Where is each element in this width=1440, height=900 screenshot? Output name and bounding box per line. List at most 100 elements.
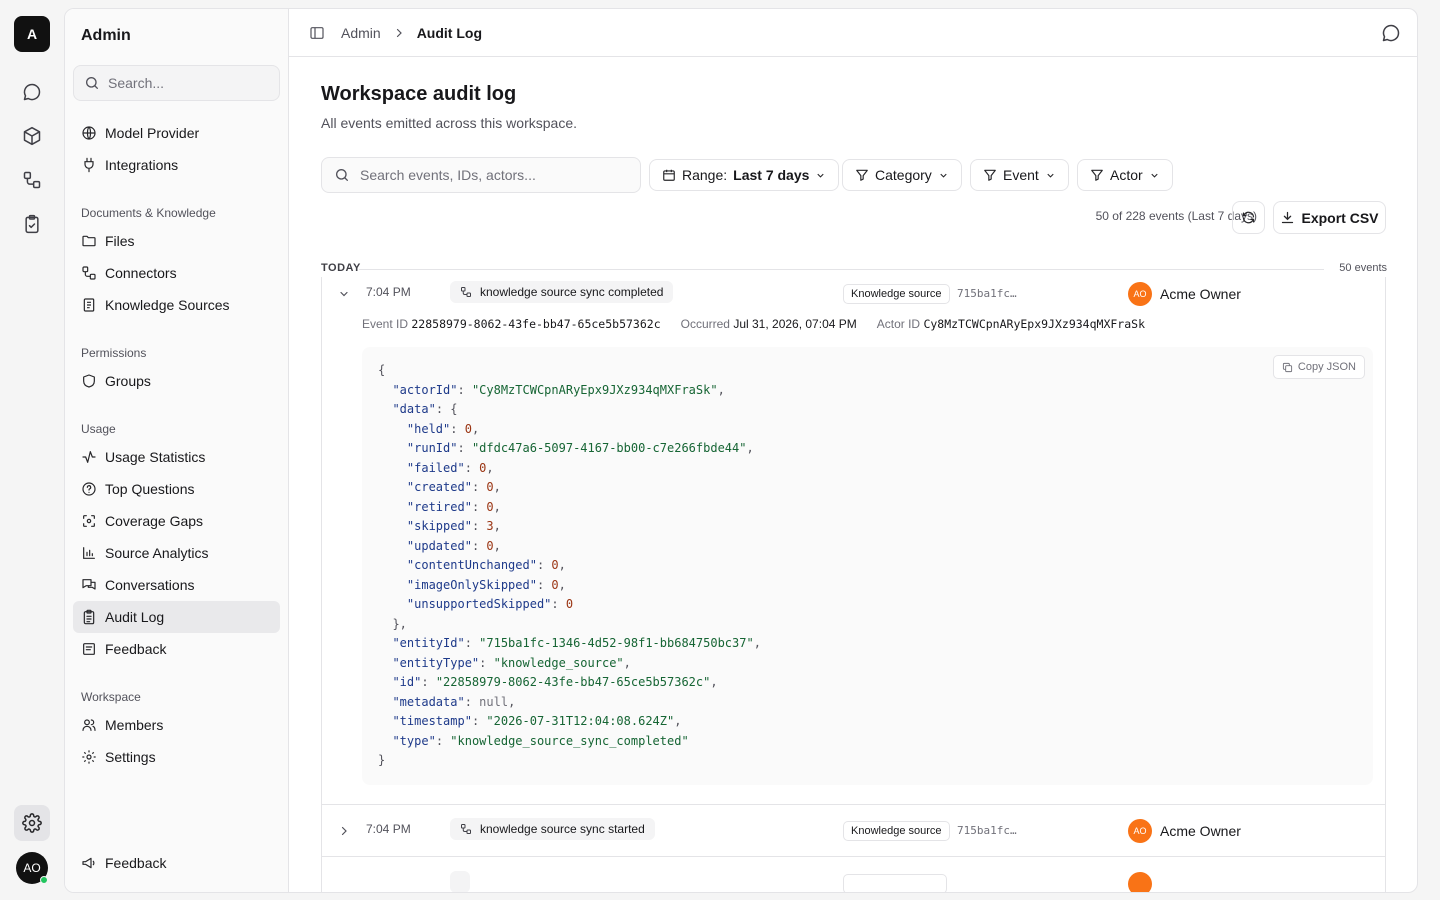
refresh-icon [1242, 211, 1255, 224]
sidebar-item-label: Integrations [105, 157, 179, 173]
sidebar-item-files[interactable]: Files [73, 225, 280, 257]
workflow-icon[interactable] [14, 162, 50, 198]
connectors-icon [82, 266, 96, 280]
sidebar-item-label: Top Questions [105, 481, 195, 497]
sidebar-item-label: Source Analytics [105, 545, 209, 561]
book-icon [83, 298, 95, 312]
event-search-input[interactable] [360, 167, 630, 183]
megaphone-icon [82, 857, 95, 869]
connectors-icon [461, 824, 471, 834]
actor-filter[interactable]: Actor [1077, 159, 1173, 191]
app-rail: A AO [0, 0, 64, 900]
breadcrumb-admin[interactable]: Admin [341, 25, 381, 41]
sidebar-item-source-analytics[interactable]: Source Analytics [73, 537, 280, 569]
sidebar-item-label: Members [105, 717, 164, 733]
sidebar-item-feedback[interactable]: Feedback [73, 633, 280, 665]
group-divider [359, 269, 1324, 270]
occurred-label: Occurred [680, 317, 730, 331]
sidebar-item-top-questions[interactable]: Top Questions [73, 473, 280, 505]
sidebar-item-groups[interactable]: Groups [73, 365, 280, 397]
sidebar-item-usage-statistics[interactable]: Usage Statistics [73, 441, 280, 473]
range-label: Range: [682, 167, 728, 183]
sidebar-item-label: Feedback [105, 855, 167, 871]
sidebar-search[interactable] [73, 65, 280, 101]
sidebar-group-permissions: Permissions [81, 346, 147, 360]
user-avatar[interactable]: AO [16, 852, 48, 884]
sidebar-title: Admin [81, 27, 131, 44]
occurred-value: Jul 31, 2026, 07:04 PM [733, 317, 857, 331]
search-icon [86, 77, 98, 89]
chevron-right-icon[interactable] [338, 825, 350, 837]
chevron-down-icon[interactable] [338, 288, 350, 300]
calendar-icon [663, 169, 675, 181]
event-type-tag [450, 871, 470, 892]
help-chat-icon[interactable] [1381, 23, 1401, 46]
chevron-down-icon [1151, 173, 1158, 178]
topbar: Admin Audit Log [289, 9, 1417, 57]
filter-icon [1091, 169, 1103, 181]
sidebar-item-label: Feedback [105, 641, 167, 657]
online-status-dot [40, 876, 48, 884]
actor-filter-label: Actor [1110, 167, 1143, 183]
filter-icon [984, 169, 996, 181]
sidebar-group-documents: Documents & Knowledge [81, 206, 216, 220]
chevron-right-icon [393, 27, 405, 39]
sidebar-item-coverage-gaps[interactable]: Coverage Gaps [73, 505, 280, 537]
table-row[interactable]: 7:04 PM knowledge source sync completed … [322, 281, 1385, 311]
sidebar-item-audit-log[interactable]: Audit Log [73, 601, 280, 633]
clipboard-check-icon[interactable] [14, 206, 50, 242]
actor-name: Acme Owner [1160, 286, 1241, 302]
sidebar-item-members[interactable]: Members [73, 709, 280, 741]
sidebar-item-integrations[interactable]: Integrations [73, 149, 280, 181]
table-row[interactable]: 7:04 PM knowledge source sync started Kn… [322, 818, 1385, 848]
sidebar-item-model-provider[interactable]: Model Provider [73, 117, 280, 149]
actor-avatar: AO [1128, 282, 1152, 306]
sidebar-item-conversations[interactable]: Conversations [73, 569, 280, 601]
cube-icon[interactable] [14, 118, 50, 154]
workspace-logo[interactable]: A [14, 16, 50, 52]
row-divider [322, 804, 1385, 805]
table-row[interactable] [322, 871, 1385, 892]
page-subtitle: All events emitted across this workspace… [321, 115, 577, 131]
settings-gear-icon[interactable] [14, 805, 50, 841]
category-filter[interactable]: Category [842, 159, 962, 191]
page-title: Workspace audit log [321, 83, 517, 105]
sidebar-group-workspace: Workspace [81, 690, 141, 704]
filter-icon [856, 169, 868, 181]
range-filter[interactable]: Range: Last 7 days [649, 159, 840, 191]
copy-icon [1282, 362, 1293, 372]
sidebar-item-label: Model Provider [105, 125, 200, 141]
category-badge: Knowledge source [843, 821, 950, 841]
sidebar-item-settings[interactable]: Settings [73, 741, 280, 773]
group-event-count: 50 events [1339, 262, 1387, 274]
event-type-tag: knowledge source sync started [450, 818, 655, 840]
json-payload: { "actorId": "Cy8MzTCWCpnARyEpx9JXz934qM… [378, 363, 761, 767]
sidebar-toggle-icon[interactable] [309, 25, 325, 41]
event-time: 7:04 PM [366, 285, 411, 299]
category-filter-label: Category [875, 167, 932, 183]
chevron-down-icon [817, 173, 825, 178]
event-json-viewer: Copy JSON { "actorId": "Cy8MzTCWCpnARyEp… [362, 347, 1373, 785]
event-list: 7:04 PM knowledge source sync completed … [321, 277, 1386, 892]
refresh-button[interactable] [1232, 201, 1265, 234]
copy-json-label: Copy JSON [1297, 361, 1356, 373]
category-badge [843, 874, 947, 892]
event-id-label: Event ID [362, 317, 409, 331]
sidebar-item-label: Groups [105, 373, 151, 389]
bar-chart-icon [83, 547, 95, 559]
event-filter[interactable]: Event [970, 159, 1069, 191]
event-search[interactable] [321, 157, 641, 193]
copy-json-button[interactable]: Copy JSON [1272, 355, 1365, 379]
sidebar-search-input[interactable] [108, 75, 268, 91]
sidebar-item-knowledge-sources[interactable]: Knowledge Sources [73, 289, 280, 321]
chat-icon[interactable] [14, 74, 50, 110]
connectors-icon [461, 287, 471, 297]
sidebar-item-label: Connectors [105, 265, 177, 281]
sidebar-item-connectors[interactable]: Connectors [73, 257, 280, 289]
export-csv-button[interactable]: Export CSV [1273, 201, 1386, 234]
shield-icon [83, 374, 95, 388]
admin-sidebar: Admin Model Provider Integrations Docume… [65, 9, 289, 892]
event-type-tag: knowledge source sync completed [450, 281, 674, 303]
sidebar-footer-feedback[interactable]: Feedback [73, 847, 280, 879]
entity-id-short: 715ba1fc… [957, 824, 1017, 837]
